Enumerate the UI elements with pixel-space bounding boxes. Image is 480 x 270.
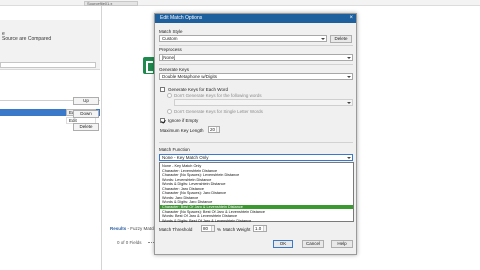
- match-threshold-spinner[interactable]: 80: [201, 225, 215, 232]
- match-style-value: Custom: [162, 36, 178, 41]
- match-style-select[interactable]: Custom: [159, 35, 327, 42]
- chevron-down-icon: [347, 101, 351, 105]
- dropdown-option[interactable]: Words & Digits: Levenshtein Distance: [160, 182, 353, 186]
- dropdown-option[interactable]: Character: Best Of Jaro & Levenshtein Di…: [160, 204, 353, 209]
- chevron-down-icon: [347, 56, 351, 60]
- close-icon[interactable]: ×: [349, 14, 353, 22]
- stop-words-select[interactable]: [174, 99, 353, 106]
- delete-button[interactable]: Delete: [73, 123, 99, 131]
- dropdown-option[interactable]: None - Key Match Only: [160, 164, 353, 168]
- down-button[interactable]: Down: [73, 110, 99, 118]
- dont-generate-following-label: Don't Generate Keys for the following wo…: [174, 93, 262, 98]
- dont-generate-following-radio[interactable]: [167, 93, 172, 98]
- match-threshold-label: Match Threshold: [159, 227, 193, 232]
- dont-generate-single-label: Don't Generate Keys for Single Letter Wo…: [174, 109, 263, 114]
- spinner-arrows-icon[interactable]: [211, 226, 214, 231]
- match-function-value: None - Key Match Only: [162, 155, 209, 160]
- spinner-arrows-icon[interactable]: [216, 127, 219, 132]
- results-label: Results: [110, 226, 127, 231]
- config-input[interactable]: [0, 62, 96, 68]
- max-key-length-spinner[interactable]: 20: [208, 126, 220, 133]
- preprocess-select[interactable]: [None]: [159, 54, 353, 61]
- dropdown-option[interactable]: Character (No Spaces): Jaro Distance: [160, 191, 353, 195]
- fields-count: 0 of 0 Fields: [117, 240, 142, 245]
- config-source-compared-text: Source are Compared: [2, 36, 52, 42]
- dropdown-option[interactable]: Character: Jaro Distance: [160, 187, 353, 191]
- max-key-length-label: Maximum Key Length: [160, 128, 204, 133]
- ok-button[interactable]: OK: [273, 240, 293, 248]
- delete-style-button[interactable]: Delete: [330, 35, 352, 43]
- dropdown-option[interactable]: Character: Levenshtein Distance: [160, 169, 353, 173]
- match-function-dropdown-list: None - Key Match Only Character: Levensht…: [159, 162, 354, 223]
- chevron-down-icon: [347, 156, 351, 160]
- match-threshold-value: 80: [203, 226, 209, 231]
- match-weight-label: Match Weight: [223, 227, 251, 232]
- match-weight-spinner[interactable]: 1.0: [253, 225, 267, 232]
- dropdown-option[interactable]: Words: Levenshtein Distance: [160, 178, 353, 182]
- preprocess-label: Preprocess: [159, 47, 182, 52]
- dropdown-option[interactable]: Character (No Spaces): Levenshtein Dista…: [160, 173, 353, 177]
- dropdown-option[interactable]: Words: Best Of Jaro & Levenshtein Distan…: [160, 214, 353, 218]
- generate-each-word-checkbox[interactable]: [160, 87, 165, 92]
- chevron-down-icon: [321, 37, 325, 41]
- configuration-panel: e Source are Compared Edit... Edit Up Do…: [0, 6, 102, 270]
- divider: [159, 142, 353, 143]
- match-function-label: Match Function: [159, 147, 190, 152]
- dropdown-option[interactable]: Words: Jaro Distance: [160, 196, 353, 200]
- preprocess-value: [None]: [162, 55, 176, 60]
- dont-generate-single-radio[interactable]: [167, 109, 172, 114]
- up-button[interactable]: Up: [73, 97, 99, 105]
- help-button[interactable]: Help: [331, 240, 353, 248]
- generate-keys-label: Generate Keys: [159, 67, 190, 72]
- match-style-label: Match Style: [159, 29, 183, 34]
- dropdown-option[interactable]: Words & Digits: Best Of Jaro & Levenshte…: [160, 219, 353, 223]
- dialog-title: Edit Match Options: [160, 15, 203, 21]
- dropdown-option[interactable]: Character (No Spaces): Best Of Jaro & Le…: [160, 210, 353, 214]
- spinner-arrows-icon[interactable]: [263, 226, 266, 231]
- max-key-length-value: 20: [210, 127, 216, 132]
- generate-keys-value: Double Metaphone w/Digits: [162, 74, 218, 79]
- ignore-if-empty-checkbox[interactable]: [160, 118, 165, 123]
- generate-each-word-label: Generate Keys for Each Word: [168, 87, 228, 92]
- cancel-button[interactable]: Cancel: [302, 240, 324, 248]
- chevron-down-icon: [347, 75, 351, 79]
- generate-keys-select[interactable]: Double Metaphone w/Digits: [159, 73, 353, 80]
- canvas-area: [356, 6, 480, 270]
- percent-unit: %: [217, 227, 222, 232]
- divider: [159, 45, 353, 46]
- dropdown-option[interactable]: Words & Digits: Jaro Distance: [160, 200, 353, 204]
- divider: [159, 64, 353, 65]
- ignore-if-empty-label: Ignore if Empty: [168, 118, 199, 123]
- match-function-select[interactable]: None - Key Match Only: [159, 154, 353, 161]
- match-weight-value: 1.0: [255, 226, 262, 231]
- dialog-titlebar[interactable]: Edit Match Options ×: [155, 14, 356, 23]
